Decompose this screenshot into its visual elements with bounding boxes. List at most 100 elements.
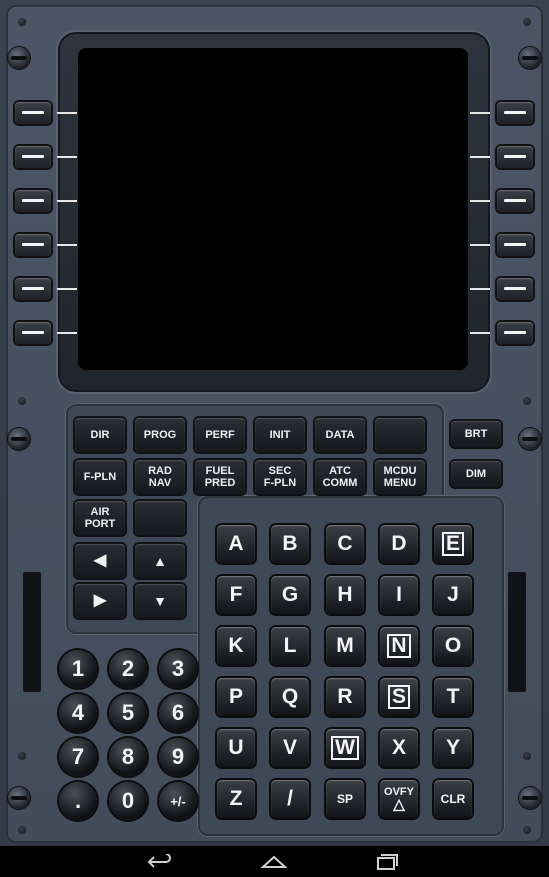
blank-key-2[interactable] [135, 501, 185, 535]
key-t-button[interactable]: T [434, 678, 472, 716]
key-c-button[interactable]: C [326, 525, 364, 563]
screw-icon [519, 47, 541, 69]
key-plusminus-button[interactable]: +/- [159, 782, 197, 820]
lsk-2l-button[interactable] [15, 146, 51, 168]
key-w-button[interactable]: W [326, 729, 364, 767]
dir-button[interactable]: DIR [75, 418, 125, 452]
lsk-1l-button[interactable] [15, 102, 51, 124]
lsk-tick [470, 244, 490, 246]
key-2-button[interactable]: 2 [109, 650, 147, 688]
screw-icon [8, 47, 30, 69]
lsk-5l-button[interactable] [15, 278, 51, 300]
key-o-button[interactable]: O [434, 627, 472, 665]
key-n-button[interactable]: N [380, 627, 418, 665]
lsk-tick [470, 332, 490, 334]
key-u-button[interactable]: U [217, 729, 255, 767]
lsk-6l-button[interactable] [15, 322, 51, 344]
dot-icon [523, 397, 531, 405]
key-p-button[interactable]: P [217, 678, 255, 716]
lsk-4l-button[interactable] [15, 234, 51, 256]
key-e-button[interactable]: E [434, 525, 472, 563]
perf-button[interactable]: PERF [195, 418, 245, 452]
dot-icon [18, 752, 26, 760]
lsk-tick [57, 288, 77, 290]
key-ovfy-button[interactable]: OVFY △ [380, 780, 418, 818]
key-0-button[interactable]: 0 [109, 782, 147, 820]
key-a-button[interactable]: A [217, 525, 255, 563]
key-slash-button[interactable]: / [271, 780, 309, 818]
lsk-1r-button[interactable] [497, 102, 533, 124]
key-r-button[interactable]: R [326, 678, 364, 716]
key-i-button[interactable]: I [380, 576, 418, 614]
key-f-button[interactable]: F [217, 576, 255, 614]
mcdu-app: DIR PROG PERF INIT DATA F-PLN RAD NAV FU… [0, 0, 549, 877]
brt-button[interactable]: BRT [451, 421, 501, 447]
key-label: N [387, 634, 411, 658]
lsk-2r-button[interactable] [497, 146, 533, 168]
key-9-button[interactable]: 9 [159, 738, 197, 776]
radnav-button[interactable]: RAD NAV [135, 460, 185, 494]
dot-icon [18, 18, 26, 26]
fuelpred-button[interactable]: FUEL PRED [195, 460, 245, 494]
key-7-button[interactable]: 7 [59, 738, 97, 776]
key-5-button[interactable]: 5 [109, 694, 147, 732]
triangle-icon: △ [393, 796, 405, 813]
key-k-button[interactable]: K [217, 627, 255, 665]
key-y-button[interactable]: Y [434, 729, 472, 767]
key-clr-button[interactable]: CLR [434, 780, 472, 818]
data-button[interactable]: DATA [315, 418, 365, 452]
key-m-button[interactable]: M [326, 627, 364, 665]
lsk-tick [57, 200, 77, 202]
key-d-button[interactable]: D [380, 525, 418, 563]
arrow-up-button[interactable]: ▲ [135, 544, 185, 578]
key-q-button[interactable]: Q [271, 678, 309, 716]
key-1-button[interactable]: 1 [59, 650, 97, 688]
secfpln-button[interactable]: SEC F-PLN [255, 460, 305, 494]
mcdumenu-button[interactable]: MCDU MENU [375, 460, 425, 494]
key-4-button[interactable]: 4 [59, 694, 97, 732]
back-icon[interactable] [146, 854, 174, 870]
arrow-left-button[interactable]: ◀ [75, 544, 125, 578]
fpln-button[interactable]: F-PLN [75, 460, 125, 494]
lsk-6r-button[interactable] [497, 322, 533, 344]
key-x-button[interactable]: X [380, 729, 418, 767]
arrow-down-button[interactable]: ▼ [135, 584, 185, 618]
key-3-button[interactable]: 3 [159, 650, 197, 688]
prog-button[interactable]: PROG [135, 418, 185, 452]
lsk-tick [57, 112, 77, 114]
init-button[interactable]: INIT [255, 418, 305, 452]
recents-icon[interactable] [372, 854, 400, 870]
key-dot-button[interactable]: . [59, 782, 97, 820]
key-h-button[interactable]: H [326, 576, 364, 614]
lsk-5r-button[interactable] [497, 278, 533, 300]
key-s-button[interactable]: S [380, 678, 418, 716]
atccomm-button[interactable]: ATC COMM [315, 460, 365, 494]
android-nav-bar [0, 846, 549, 877]
dim-button[interactable]: DIM [451, 461, 501, 487]
key-l-button[interactable]: L [271, 627, 309, 665]
key-sp-button[interactable]: SP [326, 780, 364, 818]
lsk-4r-button[interactable] [497, 234, 533, 256]
blank-key-1[interactable] [375, 418, 425, 452]
arrow-right-button[interactable]: ▶ [75, 584, 125, 618]
key-8-button[interactable]: 8 [109, 738, 147, 776]
lsk-3r-button[interactable] [497, 190, 533, 212]
key-j-button[interactable]: J [434, 576, 472, 614]
home-icon[interactable] [260, 854, 288, 870]
key-g-button[interactable]: G [271, 576, 309, 614]
dot-icon [523, 752, 531, 760]
screw-icon [8, 787, 30, 809]
lsk-tick [470, 156, 490, 158]
key-6-button[interactable]: 6 [159, 694, 197, 732]
dot-icon [18, 826, 26, 834]
key-z-button[interactable]: Z [217, 780, 255, 818]
lsk-3l-button[interactable] [15, 190, 51, 212]
lsk-tick [470, 112, 490, 114]
key-b-button[interactable]: B [271, 525, 309, 563]
lsk-tick [57, 244, 77, 246]
key-v-button[interactable]: V [271, 729, 309, 767]
dot-icon [523, 18, 531, 26]
airport-button[interactable]: AIR PORT [75, 501, 125, 535]
screw-icon [8, 428, 30, 450]
screw-icon [519, 787, 541, 809]
